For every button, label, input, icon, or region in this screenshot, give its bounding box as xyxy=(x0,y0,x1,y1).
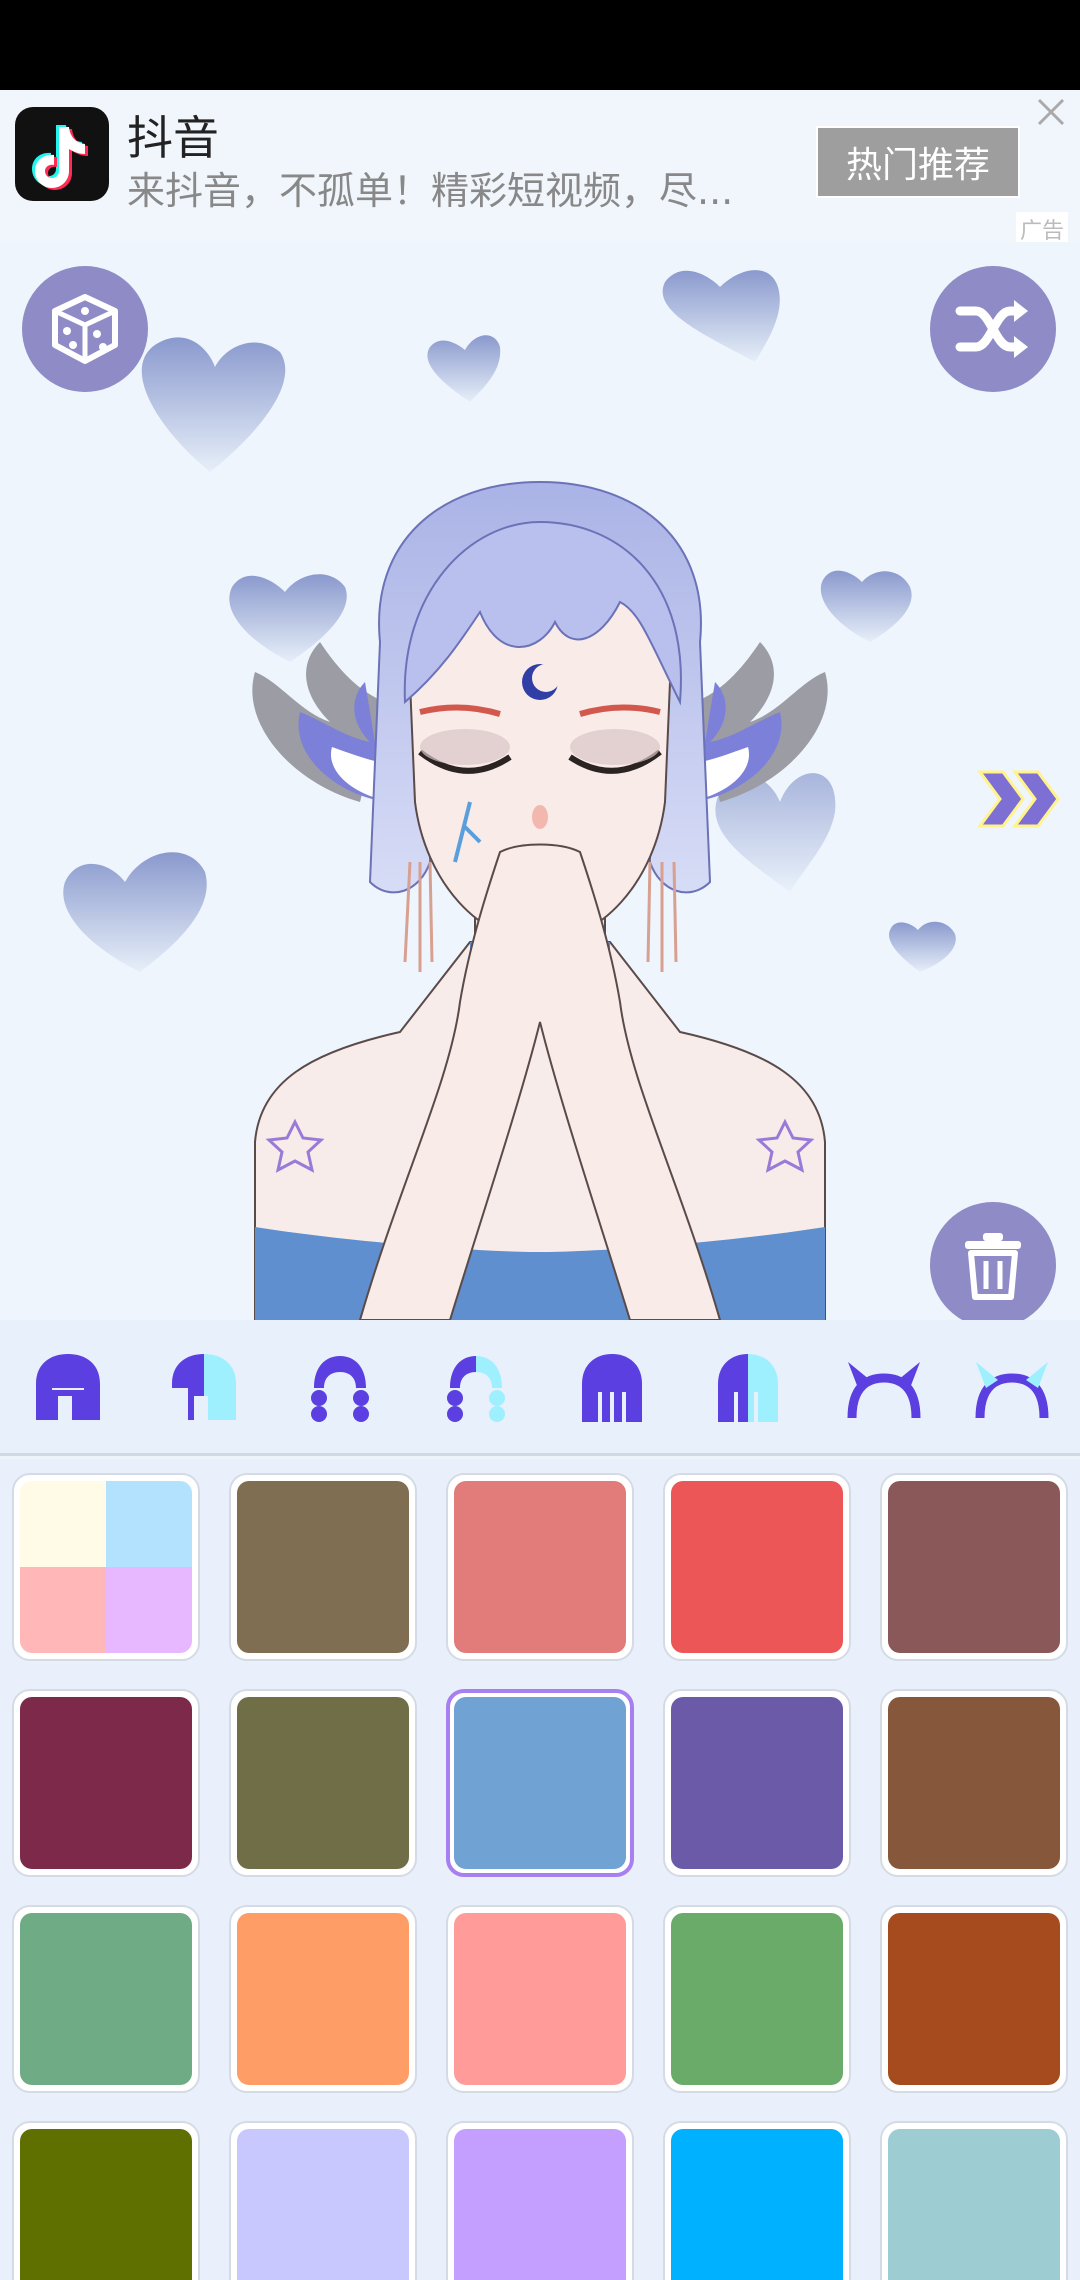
color-swatch-fill xyxy=(20,1481,192,1653)
ad-tag: 广告 xyxy=(1015,212,1068,246)
trash-icon xyxy=(965,1233,1021,1300)
parts-category-bar xyxy=(0,1320,1080,1456)
short-hair-two-tone-icon[interactable] xyxy=(164,1348,244,1428)
close-icon[interactable] xyxy=(1033,94,1069,130)
color-swatch-fill xyxy=(888,1697,1060,1869)
ad-banner[interactable]: 抖音 来抖音，不孤单！精彩短视频，尽... 热门推荐 广告 xyxy=(0,90,1080,246)
color-palette xyxy=(0,1459,1080,2280)
color-swatch[interactable] xyxy=(446,2121,634,2280)
status-bar xyxy=(0,0,1080,90)
color-swatch[interactable] xyxy=(880,1689,1068,1877)
color-swatch-fill xyxy=(454,1481,626,1653)
color-swatch[interactable] xyxy=(12,1689,200,1877)
delete-button[interactable] xyxy=(930,1202,1056,1320)
ad-description: 来抖音，不孤单！精彩短视频，尽... xyxy=(127,169,734,213)
color-swatch-fill xyxy=(671,1913,843,2085)
color-swatch-fill xyxy=(237,2129,409,2280)
color-swatch[interactable] xyxy=(446,1689,634,1877)
shuffle-button[interactable] xyxy=(930,266,1056,392)
color-swatch[interactable] xyxy=(663,1905,851,2093)
dice-icon xyxy=(52,294,118,364)
color-swatch[interactable] xyxy=(12,1905,200,2093)
color-swatch-fill xyxy=(888,1481,1060,1653)
color-swatch-fill xyxy=(20,1697,192,1869)
color-swatch-fill xyxy=(237,1481,409,1653)
horns-headband-icon[interactable] xyxy=(844,1348,924,1428)
color-swatch[interactable] xyxy=(229,1905,417,2093)
color-swatch-fill xyxy=(454,2129,626,2280)
ad-title: 抖音 xyxy=(127,111,219,165)
color-swatch-fill xyxy=(237,1697,409,1869)
color-swatch-fill xyxy=(20,1913,192,2085)
color-swatch-fill xyxy=(454,1697,626,1869)
horns-headband-light-icon[interactable] xyxy=(972,1348,1052,1428)
color-swatch-fill xyxy=(454,1913,626,2085)
character-illustration xyxy=(63,270,956,1320)
short-hair-icon[interactable] xyxy=(28,1348,108,1428)
color-swatch[interactable] xyxy=(229,2121,417,2280)
color-swatch[interactable] xyxy=(663,1473,851,1661)
color-swatch-fill xyxy=(671,1697,843,1869)
color-swatch[interactable] xyxy=(229,1689,417,1877)
color-swatch-fill xyxy=(888,1913,1060,2085)
double-chevron-right-icon[interactable] xyxy=(975,764,1065,834)
color-swatch[interactable] xyxy=(663,2121,851,2280)
color-swatch[interactable] xyxy=(663,1689,851,1877)
shuffle-icon xyxy=(955,300,1028,358)
long-hair-two-tone-icon[interactable] xyxy=(708,1348,788,1428)
long-hair-icon[interactable] xyxy=(572,1348,652,1428)
color-swatch[interactable] xyxy=(229,1473,417,1661)
braided-hair-icon[interactable] xyxy=(300,1348,380,1428)
tiktok-logo-icon xyxy=(15,107,109,201)
color-swatch[interactable] xyxy=(880,2121,1068,2280)
color-swatch-fill xyxy=(888,2129,1060,2280)
color-swatch-fill xyxy=(671,2129,843,2280)
color-swatch[interactable] xyxy=(446,1905,634,2093)
multicolor-swatch[interactable] xyxy=(12,1473,200,1661)
color-swatch-fill xyxy=(237,1913,409,2085)
color-swatch[interactable] xyxy=(446,1473,634,1661)
color-swatch[interactable] xyxy=(880,1905,1068,2093)
color-swatch[interactable] xyxy=(12,2121,200,2280)
color-swatch-fill xyxy=(671,1481,843,1653)
character-canvas xyxy=(0,242,1080,1320)
ad-cta-button[interactable]: 热门推荐 xyxy=(816,126,1020,198)
color-swatch[interactable] xyxy=(880,1473,1068,1661)
braided-hair-two-tone-icon[interactable] xyxy=(436,1348,516,1428)
random-dice-button[interactable] xyxy=(22,266,148,392)
color-swatch-fill xyxy=(20,2129,192,2280)
